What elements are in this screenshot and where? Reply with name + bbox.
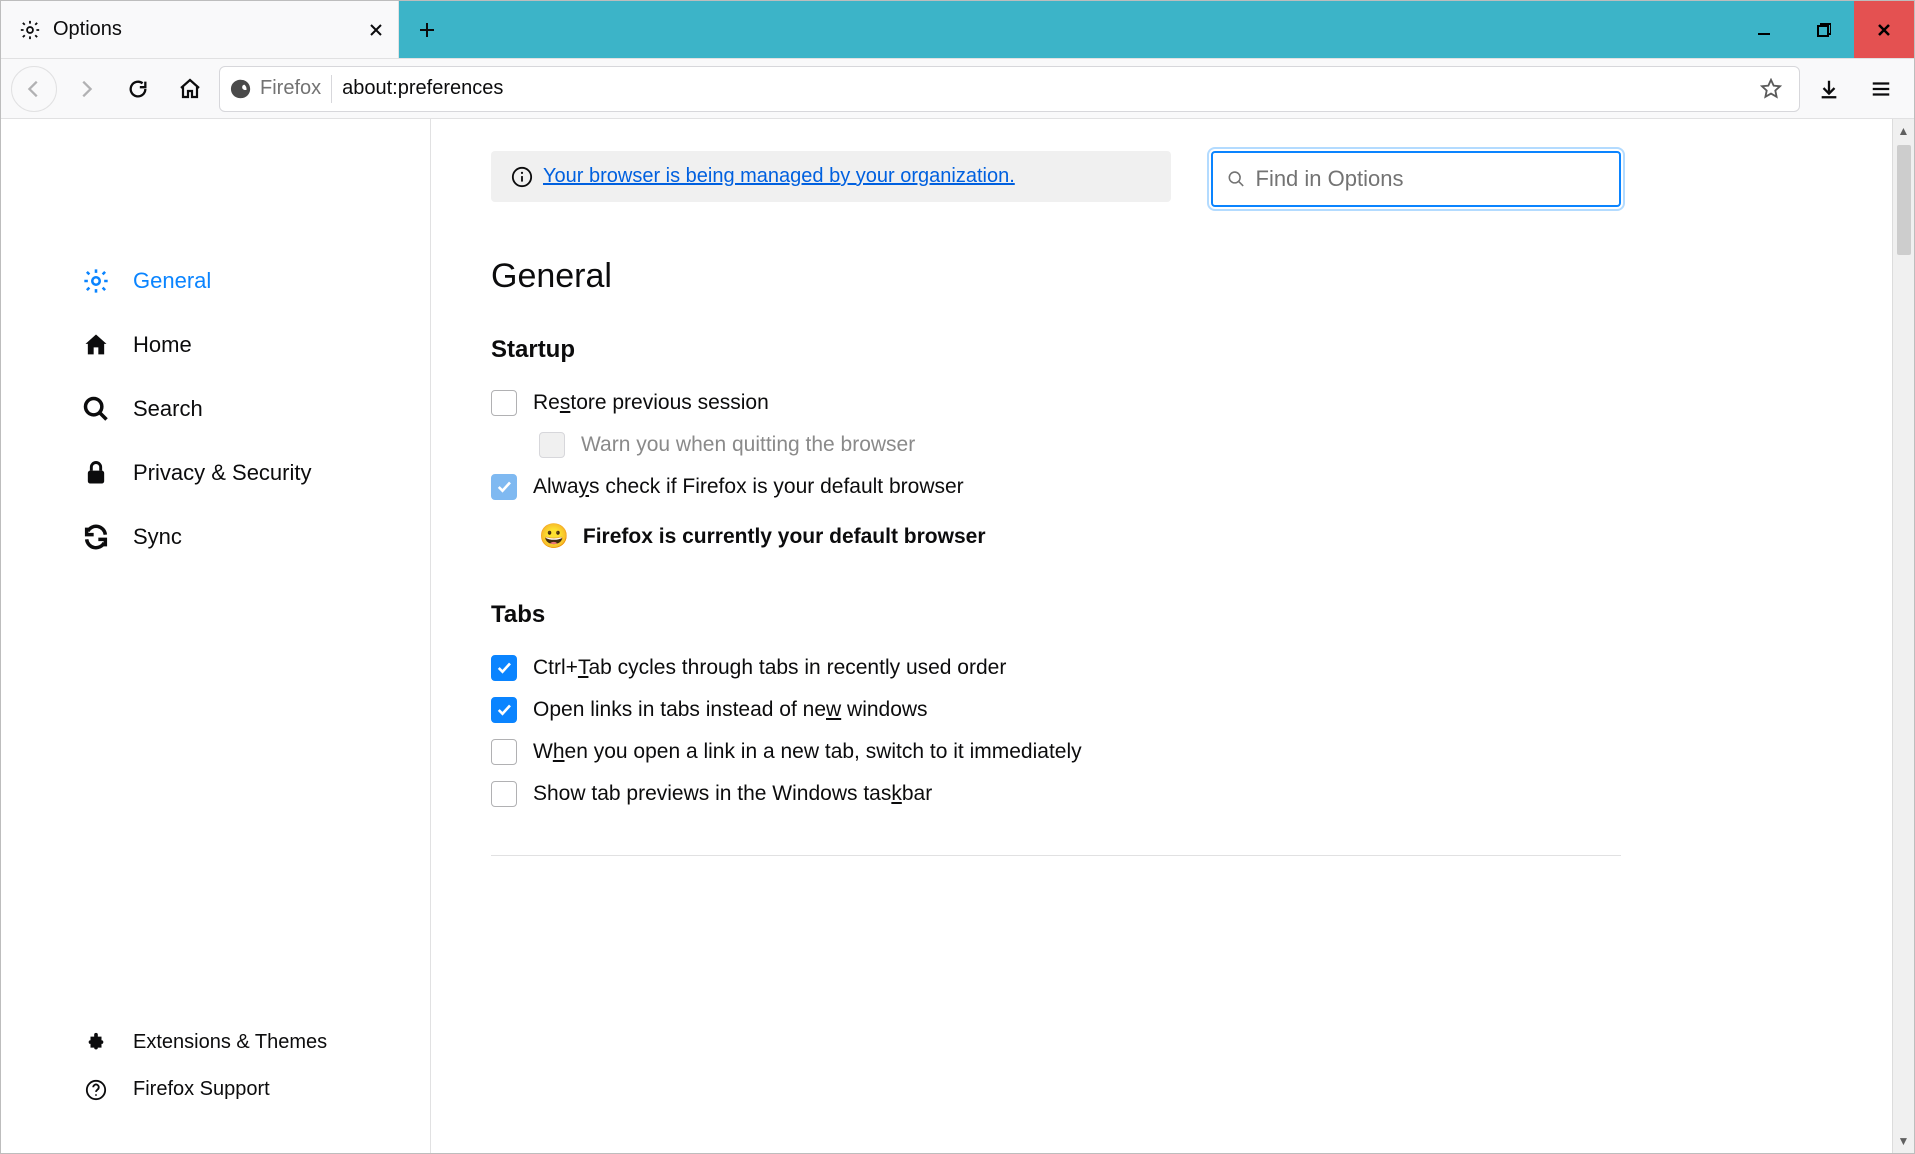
option-taskbar-previews[interactable]: Show tab previews in the Windows taskbar — [491, 773, 1621, 815]
section-startup: Startup — [491, 336, 1621, 364]
bookmark-star-icon[interactable] — [1753, 71, 1789, 107]
option-label: Always check if Firefox is your default … — [533, 475, 964, 499]
default-browser-status: 😀 Firefox is currently your default brow… — [539, 508, 1621, 601]
gear-icon — [81, 267, 111, 295]
checkbox-restore[interactable] — [491, 390, 517, 416]
lock-icon — [81, 459, 111, 487]
separator — [331, 75, 332, 103]
gear-icon — [19, 19, 41, 41]
sidebar-item-sync[interactable]: Sync — [1, 505, 430, 569]
find-input[interactable] — [1256, 166, 1606, 192]
close-window-button[interactable] — [1854, 1, 1914, 58]
sidebar-item-home[interactable]: Home — [1, 313, 430, 377]
checkbox-taskbar[interactable] — [491, 781, 517, 807]
sidebar-support[interactable]: Firefox Support — [1, 1066, 430, 1113]
sidebar-item-label: Firefox Support — [133, 1078, 270, 1101]
option-label: Show tab previews in the Windows taskbar — [533, 782, 932, 806]
checkbox-warn — [539, 432, 565, 458]
tab-title: Options — [53, 18, 354, 41]
sidebar-item-label: Search — [133, 396, 203, 422]
firefox-icon — [230, 78, 252, 100]
option-restore-session[interactable]: Restore previous session — [491, 382, 1621, 424]
option-label: Ctrl+Tab cycles through tabs in recently… — [533, 656, 1006, 680]
checkbox-default[interactable] — [491, 474, 517, 500]
home-button[interactable] — [167, 66, 213, 112]
checkbox-links[interactable] — [491, 697, 517, 723]
window-controls — [1734, 1, 1914, 58]
browser-tab[interactable]: Options — [1, 1, 399, 58]
sidebar: General Home Search Privacy & Security — [1, 119, 431, 1153]
checkbox-switch[interactable] — [491, 739, 517, 765]
navbar: Firefox about:preferences — [1, 59, 1914, 119]
option-label: Warn you when quitting the browser — [581, 433, 915, 457]
downloads-button[interactable] — [1806, 66, 1852, 112]
section-tabs: Tabs — [491, 601, 1621, 629]
sync-icon — [81, 523, 111, 551]
option-check-default[interactable]: Always check if Firefox is your default … — [491, 466, 1621, 508]
identity-label: Firefox — [260, 77, 321, 100]
forward-button[interactable] — [63, 66, 109, 112]
option-label: Open links in tabs instead of new window… — [533, 698, 928, 722]
scroll-thumb[interactable] — [1897, 145, 1911, 255]
reload-button[interactable] — [115, 66, 161, 112]
option-label: When you open a link in a new tab, switc… — [533, 740, 1082, 764]
option-warn-quit: Warn you when quitting the browser — [539, 424, 1621, 466]
org-banner-link[interactable]: Your browser is being managed by your or… — [543, 165, 1015, 188]
sidebar-item-label: Privacy & Security — [133, 460, 312, 486]
sidebar-item-label: General — [133, 268, 211, 294]
sidebar-item-privacy[interactable]: Privacy & Security — [1, 441, 430, 505]
minimize-button[interactable] — [1734, 1, 1794, 58]
scrollbar[interactable]: ▲ ▼ — [1892, 119, 1914, 1153]
page-title: General — [491, 257, 1621, 296]
sidebar-item-label: Home — [133, 332, 192, 358]
scroll-down-icon[interactable]: ▼ — [1893, 1129, 1914, 1153]
url-bar[interactable]: Firefox about:preferences — [219, 66, 1800, 112]
maximize-button[interactable] — [1794, 1, 1854, 58]
identity-box[interactable]: Firefox — [230, 77, 321, 100]
new-tab-button[interactable] — [399, 1, 455, 58]
sidebar-item-search[interactable]: Search — [1, 377, 430, 441]
app-menu-button[interactable] — [1858, 66, 1904, 112]
find-in-options[interactable] — [1211, 151, 1621, 207]
content: General Home Search Privacy & Security — [1, 119, 1914, 1153]
sidebar-item-label: Extensions & Themes — [133, 1031, 327, 1054]
search-icon — [1227, 169, 1246, 189]
option-switch-immediately[interactable]: When you open a link in a new tab, switc… — [491, 731, 1621, 773]
search-icon — [81, 395, 111, 423]
puzzle-icon — [81, 1032, 111, 1054]
option-open-links-tabs[interactable]: Open links in tabs instead of new window… — [491, 689, 1621, 731]
option-label: Restore previous session — [533, 391, 769, 415]
tabstrip — [399, 1, 1914, 58]
sidebar-item-general[interactable]: General — [1, 249, 430, 313]
main-pane: Your browser is being managed by your or… — [431, 119, 1914, 1153]
url-text: about:preferences — [342, 77, 503, 100]
divider — [491, 855, 1621, 856]
close-tab-icon[interactable] — [366, 20, 386, 40]
smile-icon: 😀 — [539, 522, 569, 551]
home-icon — [81, 331, 111, 359]
sidebar-item-label: Sync — [133, 524, 182, 550]
option-ctrl-tab[interactable]: Ctrl+Tab cycles through tabs in recently… — [491, 647, 1621, 689]
scroll-up-icon[interactable]: ▲ — [1893, 119, 1914, 143]
help-icon — [81, 1079, 111, 1101]
info-icon — [511, 166, 533, 188]
titlebar: Options — [1, 1, 1914, 59]
org-banner: Your browser is being managed by your or… — [491, 151, 1171, 202]
sidebar-extensions[interactable]: Extensions & Themes — [1, 1019, 430, 1066]
status-text: Firefox is currently your default browse… — [583, 525, 986, 549]
checkbox-ctrltab[interactable] — [491, 655, 517, 681]
back-button[interactable] — [11, 66, 57, 112]
